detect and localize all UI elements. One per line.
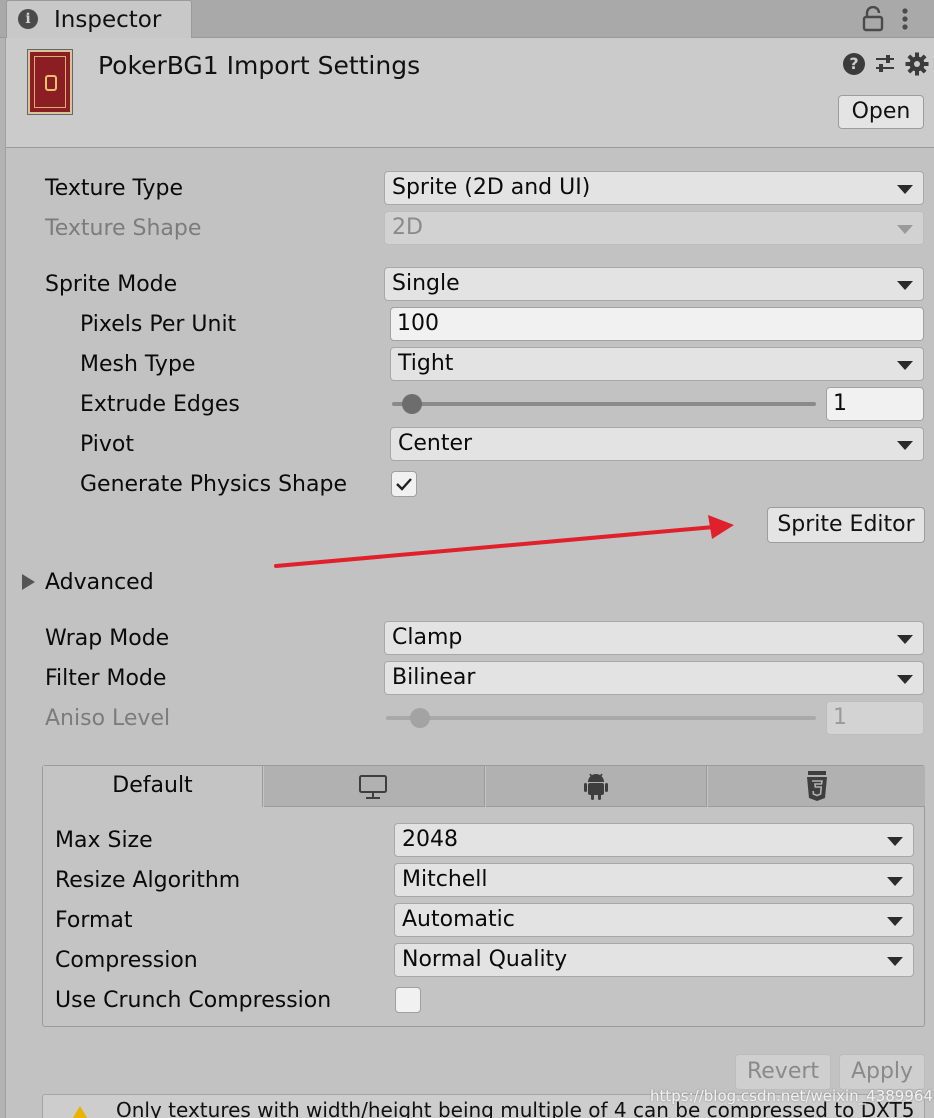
revert-button[interactable]: Revert — [735, 1054, 831, 1090]
texture-shape-label: Texture Shape — [45, 216, 202, 241]
pixels-per-unit-label: Pixels Per Unit — [80, 312, 237, 337]
html5-icon — [807, 771, 827, 801]
thumbnail-border — [34, 56, 66, 108]
apply-button[interactable]: Apply — [839, 1054, 925, 1090]
extrude-edges-slider-track[interactable] — [392, 402, 816, 406]
format-label: Format — [55, 908, 133, 933]
foldout-arrow-icon[interactable] — [22, 574, 35, 590]
page-title: PokerBG1 Import Settings — [98, 51, 421, 80]
format-dropdown[interactable]: Automatic — [394, 903, 914, 937]
mesh-type-value: Tight — [398, 351, 454, 376]
max-size-value: 2048 — [402, 827, 458, 852]
chevron-down-icon — [897, 225, 913, 234]
compression-dropdown[interactable]: Normal Quality — [394, 943, 914, 977]
mesh-type-label: Mesh Type — [80, 352, 196, 377]
filter-mode-label: Filter Mode — [45, 666, 167, 691]
filter-mode-dropdown[interactable]: Bilinear — [384, 661, 924, 695]
android-icon — [584, 773, 608, 800]
pivot-dropdown[interactable]: Center — [390, 427, 924, 461]
platform-tab-android[interactable] — [486, 766, 707, 807]
compression-value: Normal Quality — [402, 947, 568, 972]
tab-label: Inspector — [54, 7, 162, 33]
generate-physics-shape-checkbox[interactable] — [391, 471, 417, 497]
extrude-edges-slider-handle[interactable] — [402, 394, 422, 414]
chevron-down-icon — [897, 361, 913, 370]
mesh-type-dropdown[interactable]: Tight — [390, 347, 924, 381]
max-size-dropdown[interactable]: 2048 — [394, 823, 914, 857]
compression-label: Compression — [55, 948, 198, 973]
presets-sliders-icon[interactable] — [874, 53, 896, 75]
texture-type-dropdown[interactable]: Sprite (2D and UI) — [384, 171, 924, 205]
platform-tab-webgl[interactable] — [708, 766, 925, 807]
chevron-down-icon — [887, 917, 903, 926]
wrap-mode-dropdown[interactable]: Clamp — [384, 621, 924, 655]
chevron-down-icon — [897, 635, 913, 644]
texture-thumbnail — [28, 50, 72, 114]
wrap-mode-value: Clamp — [392, 625, 463, 650]
texture-type-label: Texture Type — [45, 176, 184, 201]
chevron-down-icon — [897, 281, 913, 290]
max-size-label: Max Size — [55, 828, 153, 853]
chevron-down-icon — [897, 675, 913, 684]
sprite-mode-dropdown[interactable]: Single — [384, 267, 924, 301]
extrude-edges-label: Extrude Edges — [80, 392, 240, 417]
advanced-foldout-label[interactable]: Advanced — [45, 568, 154, 598]
sprite-mode-value: Single — [392, 271, 460, 296]
aniso-level-label: Aniso Level — [45, 706, 171, 731]
pixels-per-unit-input[interactable]: 100 — [390, 307, 924, 341]
texture-shape-dropdown: 2D — [384, 211, 924, 245]
chevron-down-icon — [897, 185, 913, 194]
use-crunch-compression-checkbox[interactable] — [395, 987, 421, 1013]
thumbnail-emblem — [45, 75, 57, 91]
lock-icon[interactable] — [862, 6, 884, 32]
pivot-label: Pivot — [80, 432, 135, 457]
wrap-mode-label: Wrap Mode — [45, 626, 170, 651]
texture-shape-value: 2D — [392, 215, 423, 240]
aniso-level-slider-handle — [410, 708, 430, 728]
filter-mode-value: Bilinear — [392, 665, 476, 690]
texture-type-value: Sprite (2D and UI) — [392, 175, 591, 200]
monitor-icon — [359, 775, 387, 799]
platform-tab-standalone[interactable] — [264, 766, 485, 807]
resize-algorithm-value: Mitchell — [402, 867, 488, 892]
left-edge — [0, 38, 6, 1118]
aniso-level-slider-track — [386, 716, 816, 720]
resize-algorithm-dropdown[interactable]: Mitchell — [394, 863, 914, 897]
aniso-level-input: 1 — [826, 701, 924, 735]
platform-tab-default[interactable]: Default — [43, 766, 263, 807]
chevron-down-icon — [887, 957, 903, 966]
annotation-arrow — [274, 515, 734, 568]
watermark: https://blog.csdn.net/weixin_43899645 — [650, 1087, 934, 1105]
chevron-down-icon — [887, 837, 903, 846]
checkmark-icon — [396, 478, 412, 491]
use-crunch-compression-label: Use Crunch Compression — [55, 988, 332, 1013]
format-value: Automatic — [402, 907, 515, 932]
sprite-mode-label: Sprite Mode — [45, 272, 178, 297]
sprite-editor-button[interactable]: Sprite Editor — [767, 507, 925, 543]
open-button[interactable]: Open — [838, 95, 924, 129]
kebab-menu-icon[interactable] — [898, 6, 912, 32]
extrude-edges-input[interactable]: 1 — [826, 387, 924, 421]
generate-physics-shape-label: Generate Physics Shape — [80, 472, 347, 497]
chevron-down-icon — [897, 441, 913, 450]
chevron-down-icon — [887, 877, 903, 886]
gear-icon[interactable] — [905, 52, 929, 76]
info-icon: i — [18, 9, 38, 29]
resize-algorithm-label: Resize Algorithm — [55, 868, 241, 893]
pivot-value: Center — [398, 431, 473, 456]
help-icon[interactable]: ? — [843, 53, 865, 75]
warning-icon — [68, 1106, 92, 1118]
